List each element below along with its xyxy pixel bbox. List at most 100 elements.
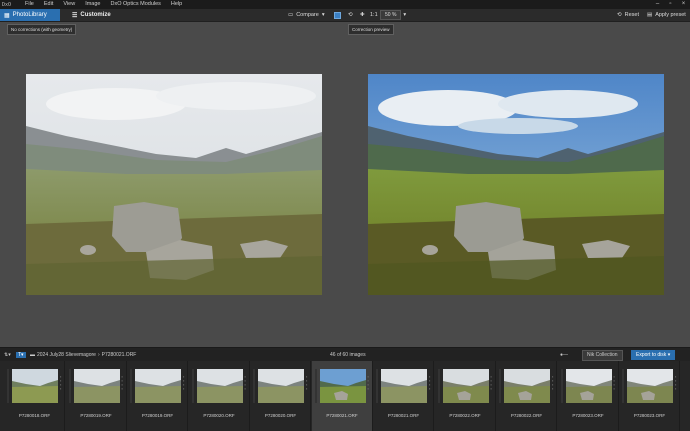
thumbnail-side-bar	[314, 369, 317, 403]
plus-icon: ✚	[360, 12, 365, 18]
image-count: 46 of 60 images	[330, 352, 366, 358]
thumbnail-image	[258, 369, 304, 403]
zoom-1to1-label: 1:1	[370, 12, 378, 18]
breadcrumb-file[interactable]: P7280021.ORF	[102, 352, 137, 358]
tab-customize[interactable]: ☰ Customize	[72, 9, 111, 21]
thumbnail-side-bar	[437, 369, 440, 403]
reset-button[interactable]: ⟲ Reset	[617, 9, 639, 21]
thumbnail-label: P7280022.ORF	[510, 413, 543, 418]
thumbnail-label: P7280018.ORF	[18, 413, 51, 418]
thumbnail-badges: ▪ ▪ ▪ ▪	[60, 374, 62, 391]
sort-button[interactable]: ⇅▾	[4, 348, 11, 362]
filmstrip-thumbnail[interactable]: ▪ ▪ ▪ ▪ P7280023.ORF	[619, 361, 680, 431]
menu-bar: DxO File Edit View Image DxO Optics Modu…	[0, 0, 690, 9]
thumbnail-image	[319, 369, 366, 403]
zoom-1to1-button[interactable]: 1:1	[370, 9, 378, 21]
preset-icon: ▤	[647, 12, 653, 18]
filmstrip-thumbnail[interactable]: ▪ ▪ ▪ ▪ P7280019.ORF	[66, 361, 127, 431]
maximize-icon[interactable]: ▫	[664, 0, 677, 9]
app-logo: DxO	[2, 1, 12, 8]
menu-image[interactable]: Image	[80, 0, 105, 9]
window-controls: – ▫ ×	[651, 0, 690, 9]
folder-icon: ▬	[30, 352, 35, 358]
thumbnail-label: P7280020.ORF	[203, 413, 235, 418]
compare-label: Compare	[296, 12, 319, 18]
breadcrumb: ▬ 2024 July28 Slievemagore › P7280021.OR…	[30, 348, 136, 362]
filmstrip-thumbnail[interactable]: ▪ ▪ ▪ ▪ P7280023.ORF	[558, 361, 619, 431]
slider-handle-icon: ●—	[560, 352, 569, 358]
thumbnail-badges: ▪ ▪ ▪ ▪	[490, 374, 492, 391]
corrected-photo[interactable]	[368, 74, 664, 295]
filmstrip-thumbnail[interactable]: ▪ ▪ ▪ ▪ P7280021.ORF	[373, 361, 434, 431]
filmstrip-thumbnail[interactable]: ▪ ▪ ▪ ▪ P7280020.ORF	[189, 361, 250, 431]
reset-icon: ⟲	[617, 12, 622, 18]
filmstrip-thumbnail[interactable]: ▪ ▪ ▪ ▪ P7280018.ORF	[4, 361, 65, 431]
chevron-down-icon: ▾	[403, 12, 407, 18]
thumbnail-badges: ▪ ▪ ▪ ▪	[367, 374, 369, 391]
filter-button[interactable]: T▾	[16, 348, 26, 362]
browser-bar: ⇅▾ T▾ ▬ 2024 July28 Slievemagore › P7280…	[0, 347, 690, 362]
close-icon[interactable]: ×	[677, 0, 690, 9]
thumbnail-badges: ▪ ▪ ▪ ▪	[429, 374, 431, 391]
thumbnail-size-slider[interactable]: ●—	[560, 348, 568, 362]
split-view-icon	[334, 11, 341, 19]
chevron-down-icon: ▾	[667, 352, 671, 358]
compare-button[interactable]: ▭ Compare ▾	[288, 9, 325, 21]
filmstrip: ▪ ▪ ▪ ▪ P7280018.ORF ▪ ▪ ▪ ▪ P7280019.ORF ▪ ▪ ▪ ▪ P728…	[0, 361, 690, 431]
tab-photolibrary-label: PhotoLibrary	[12, 12, 47, 18]
rotate-button[interactable]: ⟲	[348, 9, 353, 21]
minimize-icon[interactable]: –	[651, 0, 664, 9]
left-view-caption: No corrections (with geometry)	[7, 24, 77, 35]
breadcrumb-folder[interactable]: 2024 July28 Slievemagore	[37, 352, 96, 358]
thumbnail-side-bar	[130, 369, 132, 403]
filmstrip-thumbnail[interactable]: ▪ ▪ ▪ ▪ P7280020.ORF	[250, 361, 311, 431]
zoom-in-button[interactable]: ✚	[360, 9, 365, 21]
tab-photolibrary[interactable]: ▦ PhotoLibrary	[0, 9, 60, 21]
thumbnail-image	[73, 369, 120, 403]
thumbnail-label: P7280023.ORF	[572, 413, 604, 418]
split-view-button[interactable]	[334, 9, 341, 21]
filmstrip-thumbnail[interactable]: ▪ ▪ ▪ ▪ P7280022.ORF	[496, 361, 557, 431]
thumbnail-image	[504, 369, 550, 403]
chevron-down-icon: ▾	[321, 12, 325, 18]
thumbnail-badges: ▪ ▪ ▪ ▪	[552, 374, 554, 391]
menu-view[interactable]: View	[58, 0, 80, 9]
menu-edit[interactable]: Edit	[39, 0, 58, 9]
thumbnail-side-bar	[68, 369, 71, 403]
right-view-caption: Correction preview	[348, 24, 394, 35]
thumbnail-badges: ▪ ▪ ▪ ▪	[121, 374, 123, 391]
thumbnail-image	[381, 369, 427, 403]
thumbnail-side-bar	[560, 369, 563, 403]
thumbnail-image	[627, 369, 673, 403]
rotate-icon: ⟲	[348, 12, 353, 18]
sort-icon: ⇅▾	[4, 352, 11, 358]
thumbnail-side-bar	[253, 369, 255, 403]
menu-help[interactable]: Help	[166, 0, 187, 9]
reset-label: Reset	[624, 12, 639, 18]
thumbnail-side-bar	[191, 369, 194, 403]
export-label: Export to disk	[636, 352, 667, 358]
export-button[interactable]: Export to disk ▾	[631, 348, 676, 362]
thumbnail-image	[442, 369, 489, 403]
tab-customize-label: Customize	[80, 12, 111, 18]
thumbnail-label: P7280019.ORF	[141, 413, 174, 418]
thumbnail-side-bar	[376, 369, 378, 403]
thumbnail-badges: ▪ ▪ ▪ ▪	[306, 374, 308, 391]
sliders-icon: ☰	[72, 12, 78, 19]
filmstrip-thumbnail[interactable]: ▪ ▪ ▪ ▪ P7280021.ORF	[311, 361, 373, 431]
thumbnail-label: P7280021.ORF	[326, 413, 358, 418]
original-photo[interactable]	[26, 74, 322, 295]
thumbnail-label: P7280022.ORF	[449, 413, 481, 418]
toolbar: ▦ PhotoLibrary ☰ Customize ▭ Compare ▾ ⟲…	[0, 9, 690, 22]
menu-file[interactable]: File	[20, 0, 39, 9]
filmstrip-thumbnail[interactable]: ▪ ▪ ▪ ▪ P7280022.ORF	[435, 361, 496, 431]
menu-optics-modules[interactable]: DxO Optics Modules	[105, 0, 165, 9]
nik-collection-button[interactable]: Nik Collection	[582, 348, 623, 362]
zoom-level-select[interactable]: 50 % ▾	[380, 9, 406, 21]
apply-preset-button[interactable]: ▤ Apply preset	[647, 9, 686, 21]
thumbnail-badges: ▪ ▪ ▪ ▪	[675, 374, 677, 391]
filmstrip-thumbnail[interactable]: ▪ ▪ ▪ ▪ P7280019.ORF	[127, 361, 188, 431]
thumbnail-image	[12, 369, 58, 403]
nik-collection-label: Nik Collection	[582, 349, 623, 361]
grid-icon: ▦	[4, 12, 10, 19]
